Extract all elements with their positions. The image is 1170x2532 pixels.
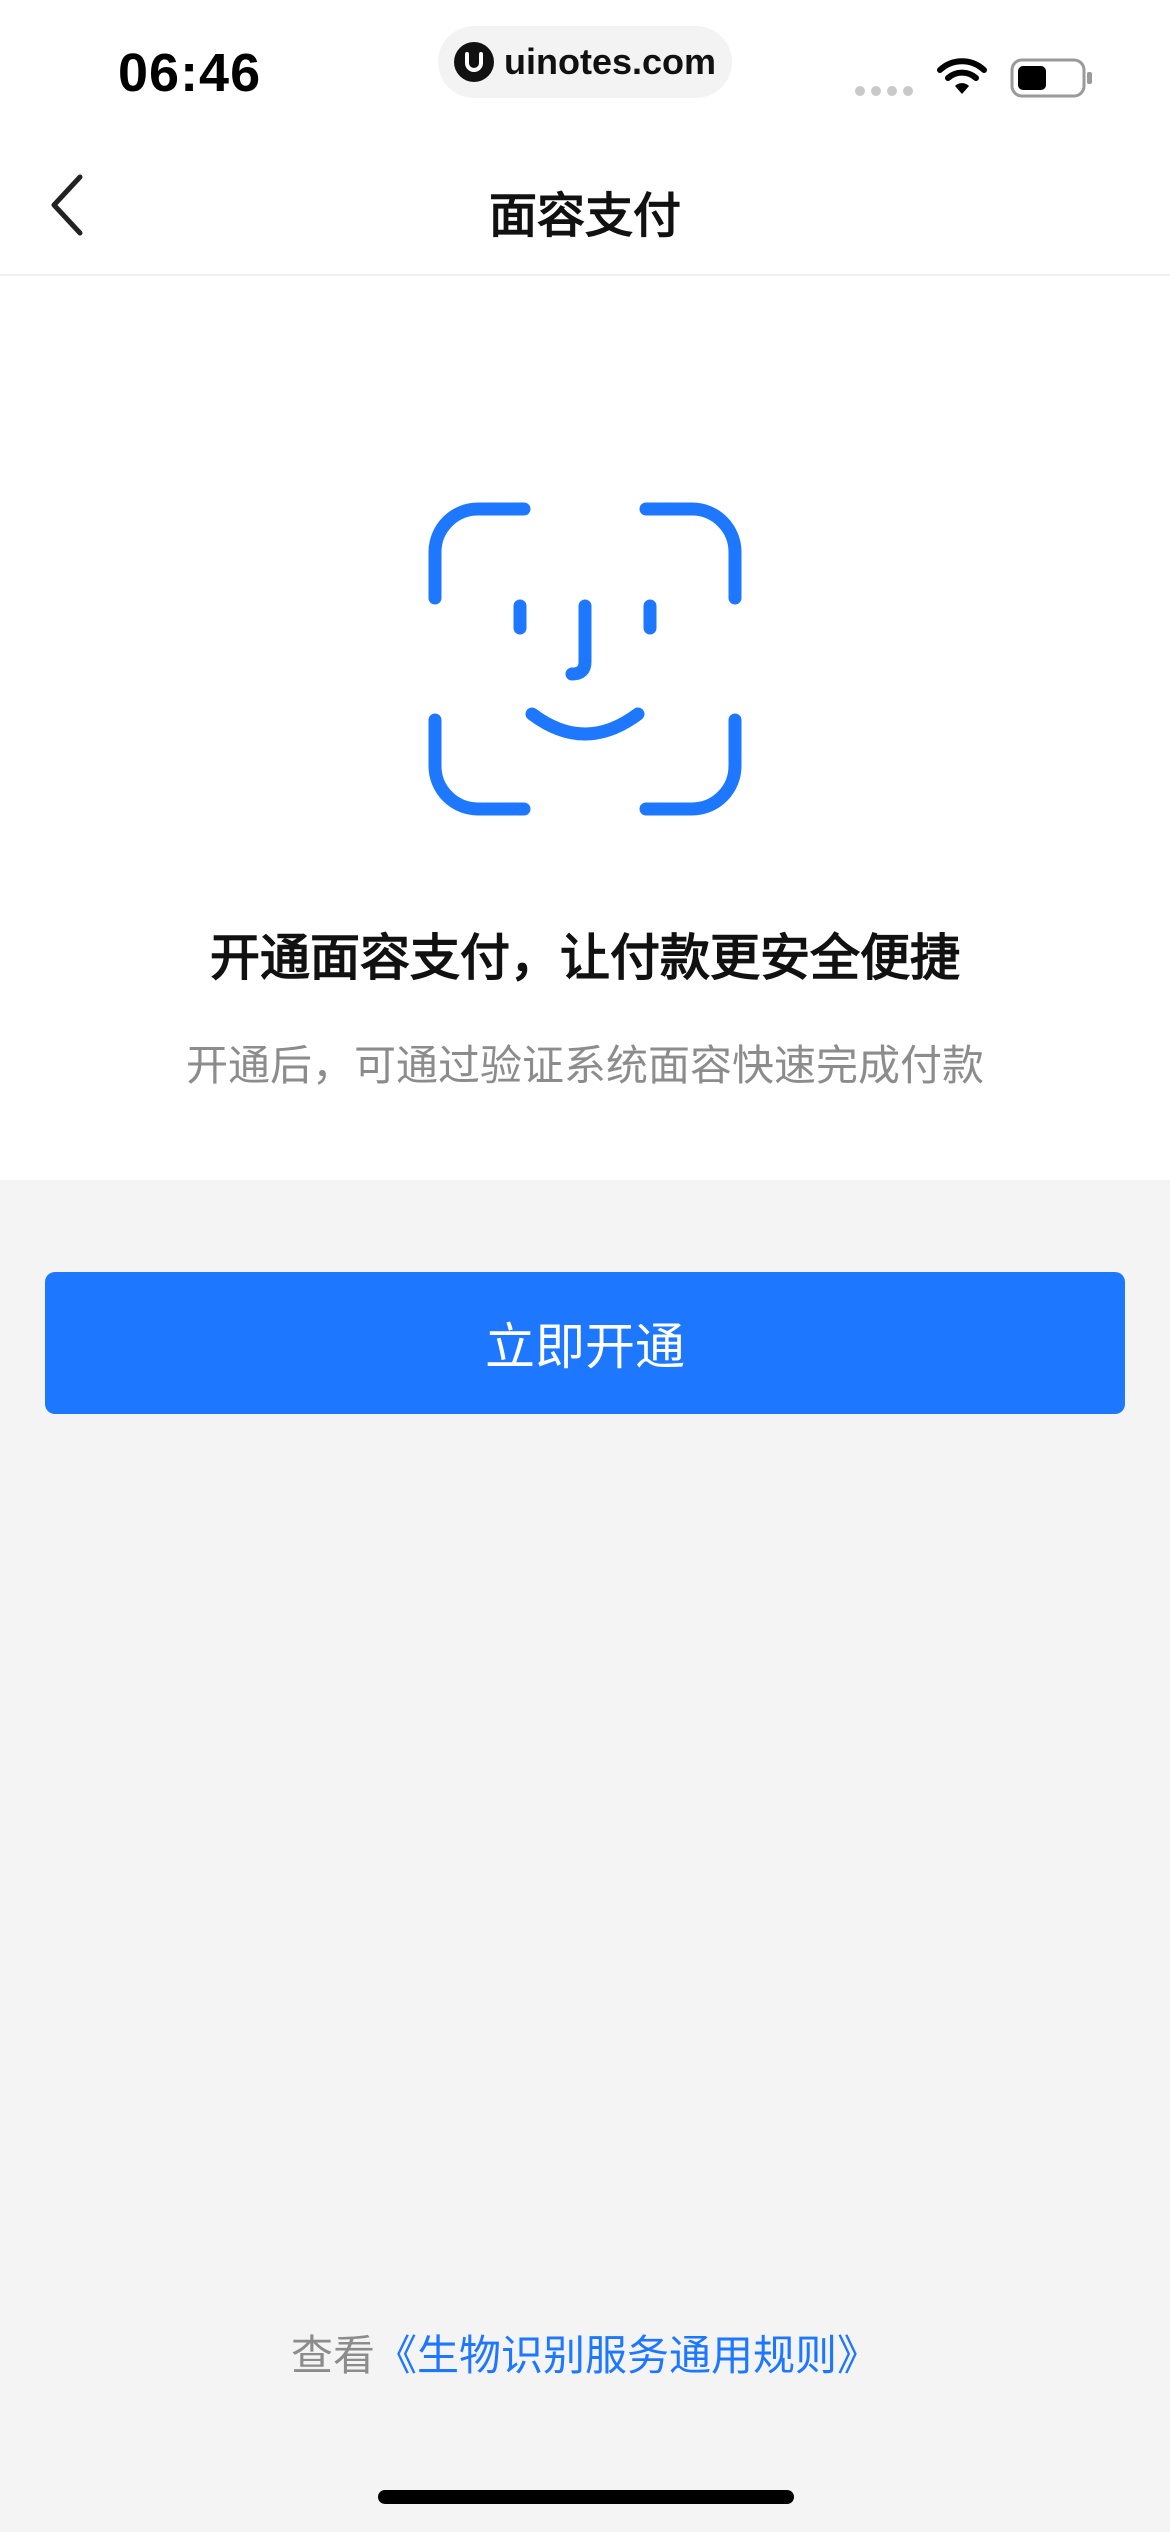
page-title: 面容支付 [488,188,681,244]
terms-link[interactable]: 《生物识别服务通用规则》 [375,2331,879,2380]
description-text: 开通后，可通过验证系统面容快速完成付款 [185,1041,984,1090]
headline: 开通面容支付，让付款更安全便捷 [210,929,960,987]
activate-button[interactable]: 立即开通 [45,1272,1125,1414]
home-indicator[interactable] [378,2490,794,2504]
status-time: 06:46 [118,43,262,103]
face-pay-screen: 06:46 uinotes.com 面容支付 开通面容支付，让付款更安全便捷 开… [0,0,1170,2532]
face-id-icon [428,502,742,816]
terms-prefix: 查看 [290,2331,375,2380]
wifi-icon [937,58,987,94]
url-pill[interactable]: uinotes.com [438,26,732,98]
signal-icon [855,86,913,96]
battery-icon [1010,58,1092,98]
face-pay-intro-card: 开通面容支付，让付款更安全便捷 开通后，可通过验证系统面容快速完成付款 [0,276,1170,1180]
navigation-bar: 面容支付 [0,140,1170,276]
site-logo-icon [454,42,494,82]
terms-footer: 查看《生物识别服务通用规则》 [0,2322,1170,2383]
status-bar: 06:46 uinotes.com [0,0,1170,140]
url-text: uinotes.com [504,41,717,82]
